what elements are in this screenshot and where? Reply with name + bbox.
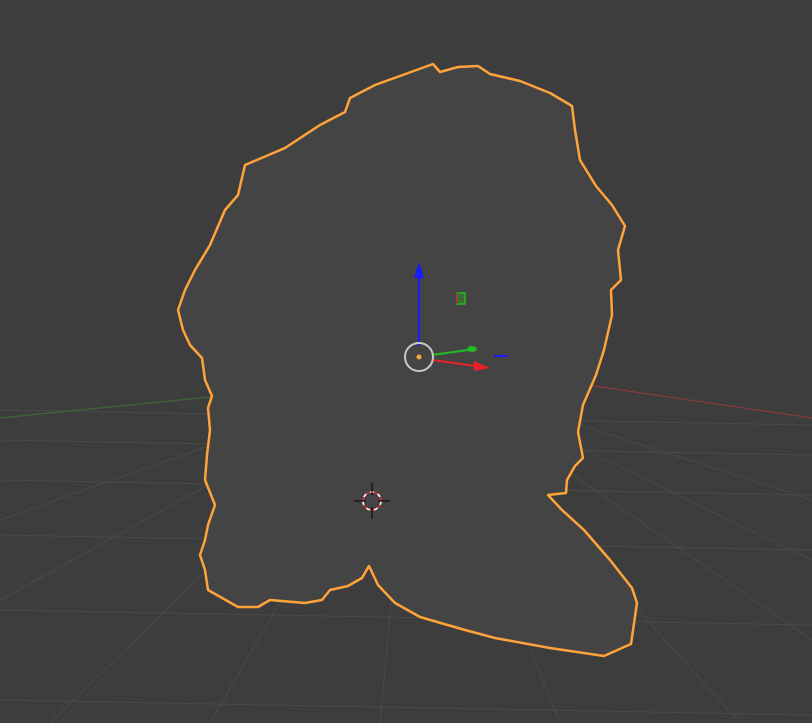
origin-dot-icon — [416, 354, 422, 360]
light-object-icon[interactable] — [456, 292, 466, 305]
3d-viewport[interactable] — [0, 0, 812, 723]
viewport-canvas[interactable] — [0, 0, 812, 723]
selected-mesh-object[interactable] — [176, 62, 639, 658]
